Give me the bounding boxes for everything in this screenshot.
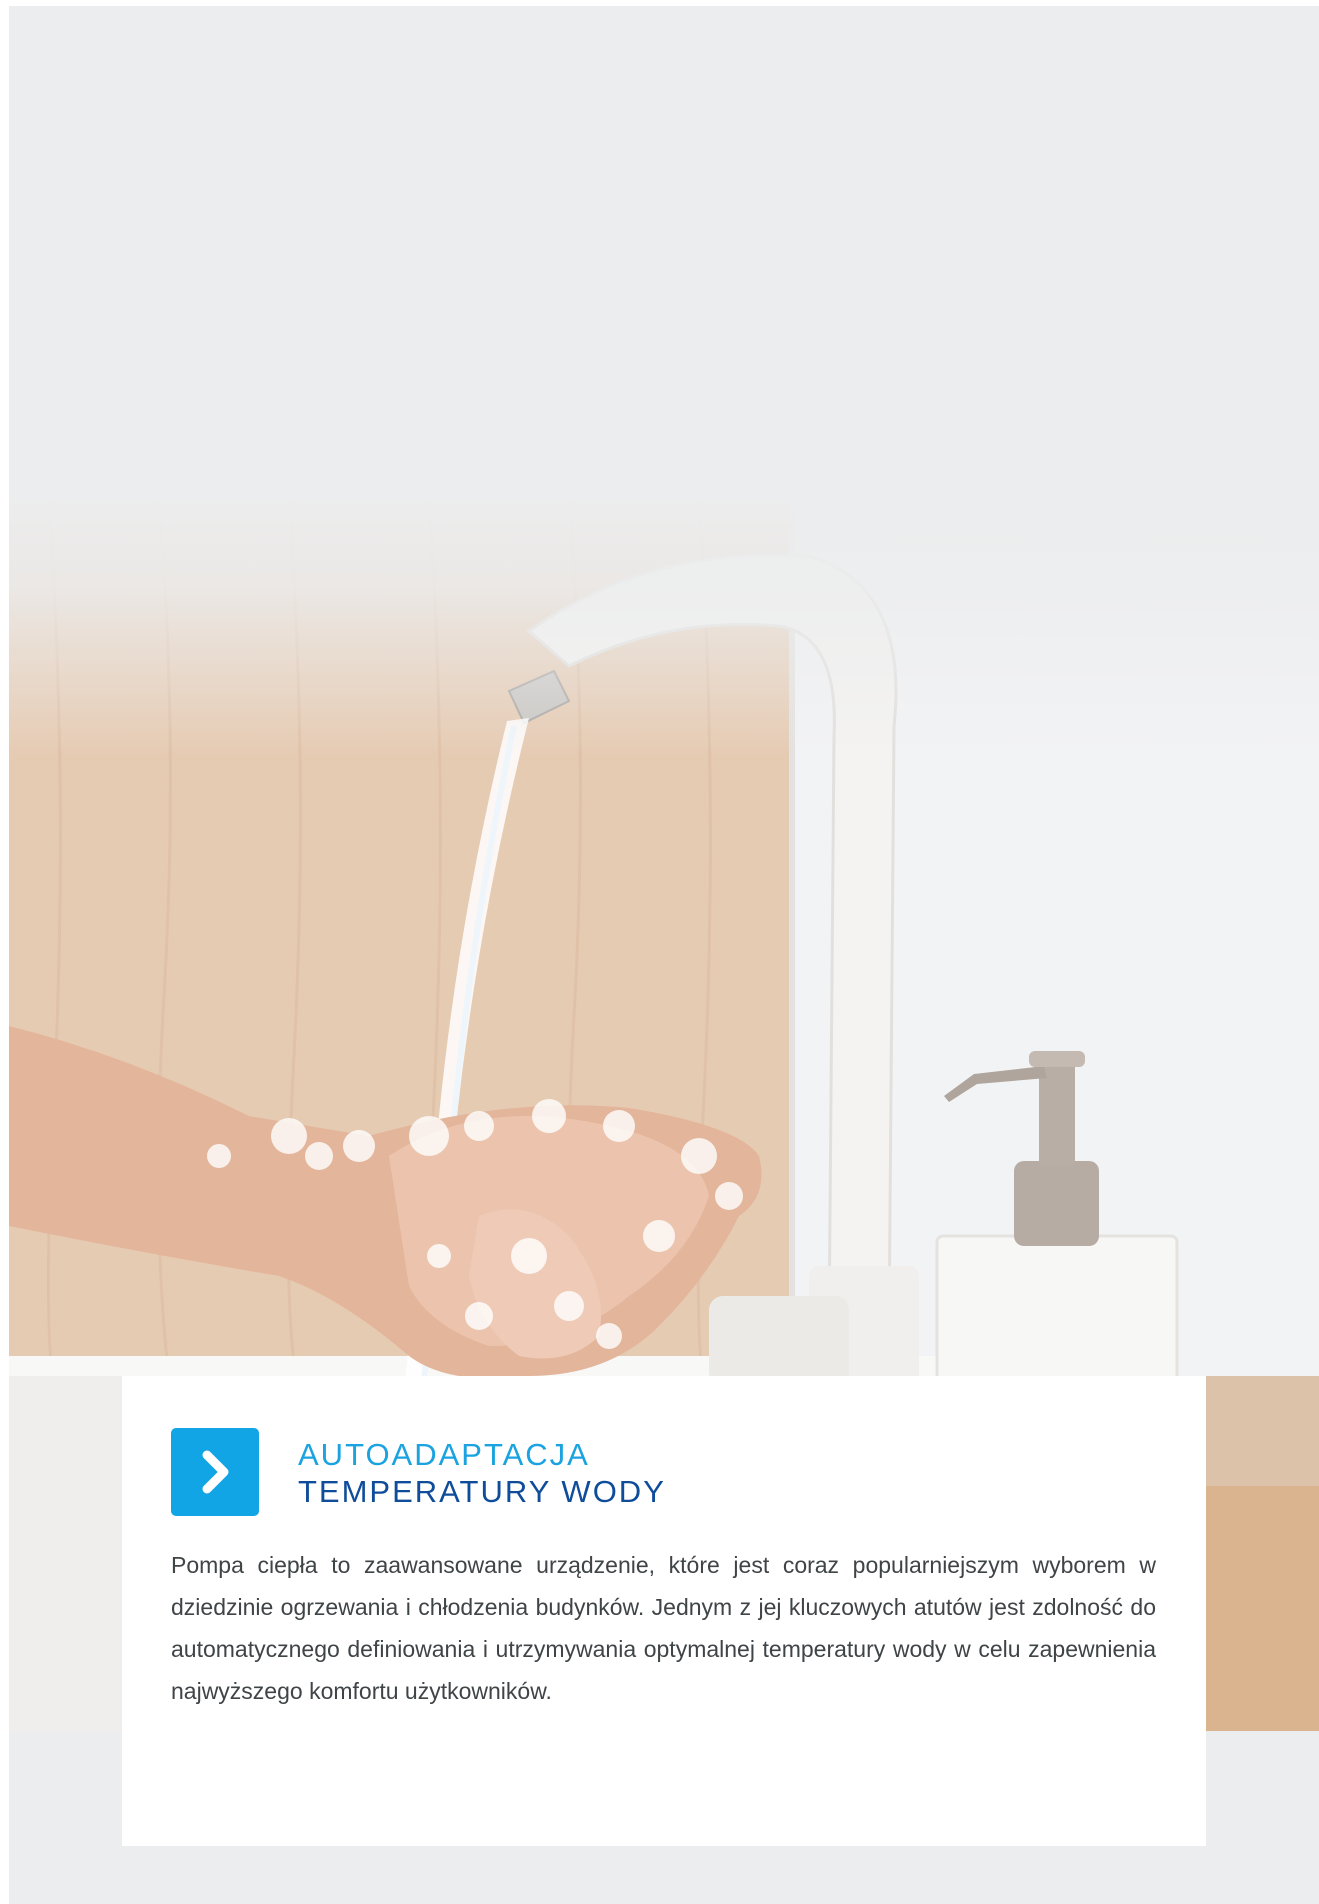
feature-title-line2: TEMPERATURY WODY — [298, 1474, 666, 1509]
feature-title-line1: AUTOADAPTACJA — [298, 1437, 590, 1472]
photo-top-fade — [9, 496, 1319, 756]
chevron-right-icon — [171, 1428, 259, 1516]
feature-card: AUTOADAPTACJA TEMPERATURY WODY Pompa cie… — [122, 1376, 1206, 1846]
background-panel: AUTOADAPTACJA TEMPERATURY WODY Pompa cie… — [9, 6, 1319, 1904]
page: AUTOADAPTACJA TEMPERATURY WODY Pompa cie… — [0, 0, 1319, 1904]
feature-title: AUTOADAPTACJA TEMPERATURY WODY — [298, 1436, 1158, 1510]
feature-description: Pompa ciepła to zaawansowane urządzenie,… — [171, 1552, 1156, 1704]
